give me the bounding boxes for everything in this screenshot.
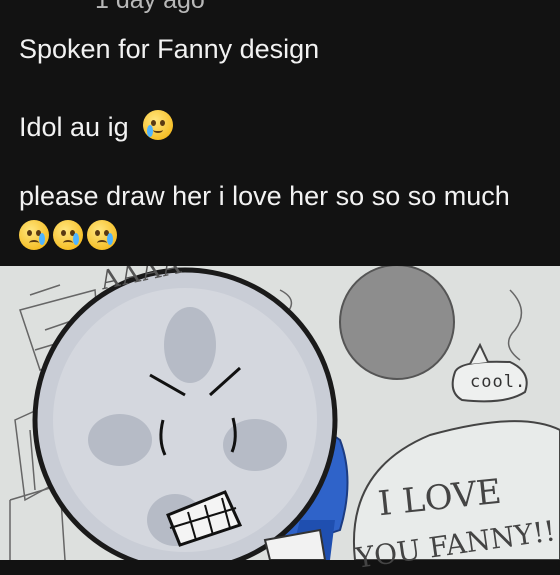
comment-line-request: please draw her i love her so so so much — [19, 181, 510, 211]
artwork-drawing — [9, 266, 560, 560]
crying-face-emoji-icon — [19, 220, 49, 250]
comment-line-au: Idol au ig — [19, 112, 129, 142]
crying-face-emoji-icon — [53, 220, 83, 250]
comment-post: 1 day ago Spoken for Fanny design Idol a… — [0, 0, 560, 266]
crying-face-emoji-icon — [87, 220, 117, 250]
smiling-face-with-tear-emoji-icon — [143, 110, 173, 140]
fan-artwork-image[interactable]: AAAA — [0, 266, 560, 560]
timestamp: 1 day ago — [95, 0, 205, 14]
comment-line-title: Spoken for Fanny design — [19, 34, 320, 64]
speech-bubble-small-text: cool. — [470, 372, 527, 392]
emoji-row — [19, 220, 117, 252]
